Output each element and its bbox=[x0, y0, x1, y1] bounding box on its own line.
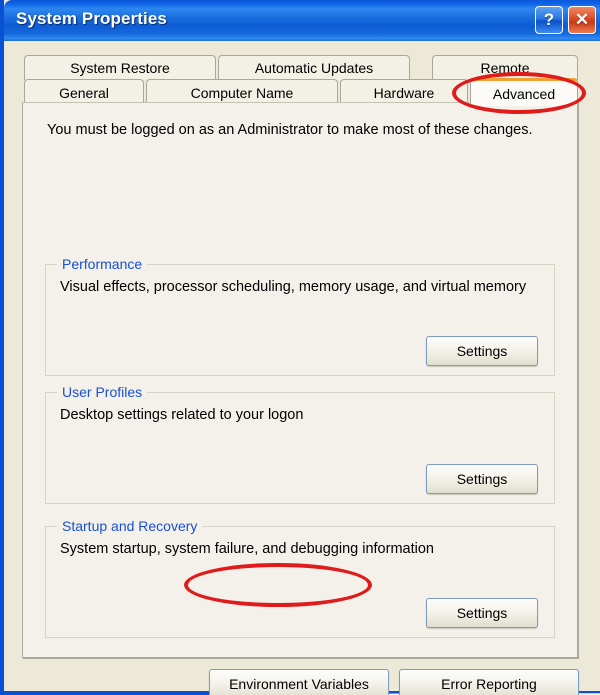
environment-variables-button[interactable]: Environment Variables bbox=[209, 669, 389, 695]
group-performance-title: Performance bbox=[57, 256, 147, 272]
window-title: System Properties bbox=[16, 9, 167, 29]
tab-strip: System Restore Automatic Updates Remote … bbox=[22, 55, 578, 103]
group-performance: Performance Visual effects, processor sc… bbox=[45, 264, 555, 376]
window-title-bar[interactable]: System Properties ? ✕ bbox=[4, 0, 600, 41]
startup-and-recovery-settings-button[interactable]: Settings bbox=[426, 598, 538, 628]
tab-system-restore[interactable]: System Restore bbox=[24, 55, 216, 80]
user-profiles-settings-button[interactable]: Settings bbox=[426, 464, 538, 494]
group-startup-and-recovery-description: System startup, system failure, and debu… bbox=[60, 541, 434, 557]
group-startup-and-recovery-title: Startup and Recovery bbox=[57, 518, 202, 534]
group-user-profiles-title: User Profiles bbox=[57, 384, 147, 400]
group-performance-description: Visual effects, processor scheduling, me… bbox=[60, 279, 526, 295]
administrator-note: You must be logged on as an Administrato… bbox=[47, 122, 533, 138]
close-icon[interactable]: ✕ bbox=[568, 6, 596, 34]
tab-advanced[interactable]: Advanced bbox=[470, 78, 578, 106]
screenshot-root: System Properties ? ✕ System Restore Aut… bbox=[0, 0, 600, 695]
performance-settings-button[interactable]: Settings bbox=[426, 336, 538, 366]
dialog-body: System Restore Automatic Updates Remote … bbox=[8, 41, 600, 691]
help-icon[interactable]: ? bbox=[535, 6, 563, 34]
group-startup-and-recovery: Startup and Recovery System startup, sys… bbox=[45, 526, 555, 638]
group-user-profiles-description: Desktop settings related to your logon bbox=[60, 407, 303, 423]
group-user-profiles: User Profiles Desktop settings related t… bbox=[45, 392, 555, 504]
error-reporting-button[interactable]: Error Reporting bbox=[399, 669, 579, 695]
advanced-tab-panel: You must be logged on as an Administrato… bbox=[22, 102, 578, 658]
system-properties-window: System Properties ? ✕ System Restore Aut… bbox=[0, 0, 600, 695]
tab-remote[interactable]: Remote bbox=[432, 55, 578, 80]
tab-automatic-updates[interactable]: Automatic Updates bbox=[218, 55, 410, 80]
